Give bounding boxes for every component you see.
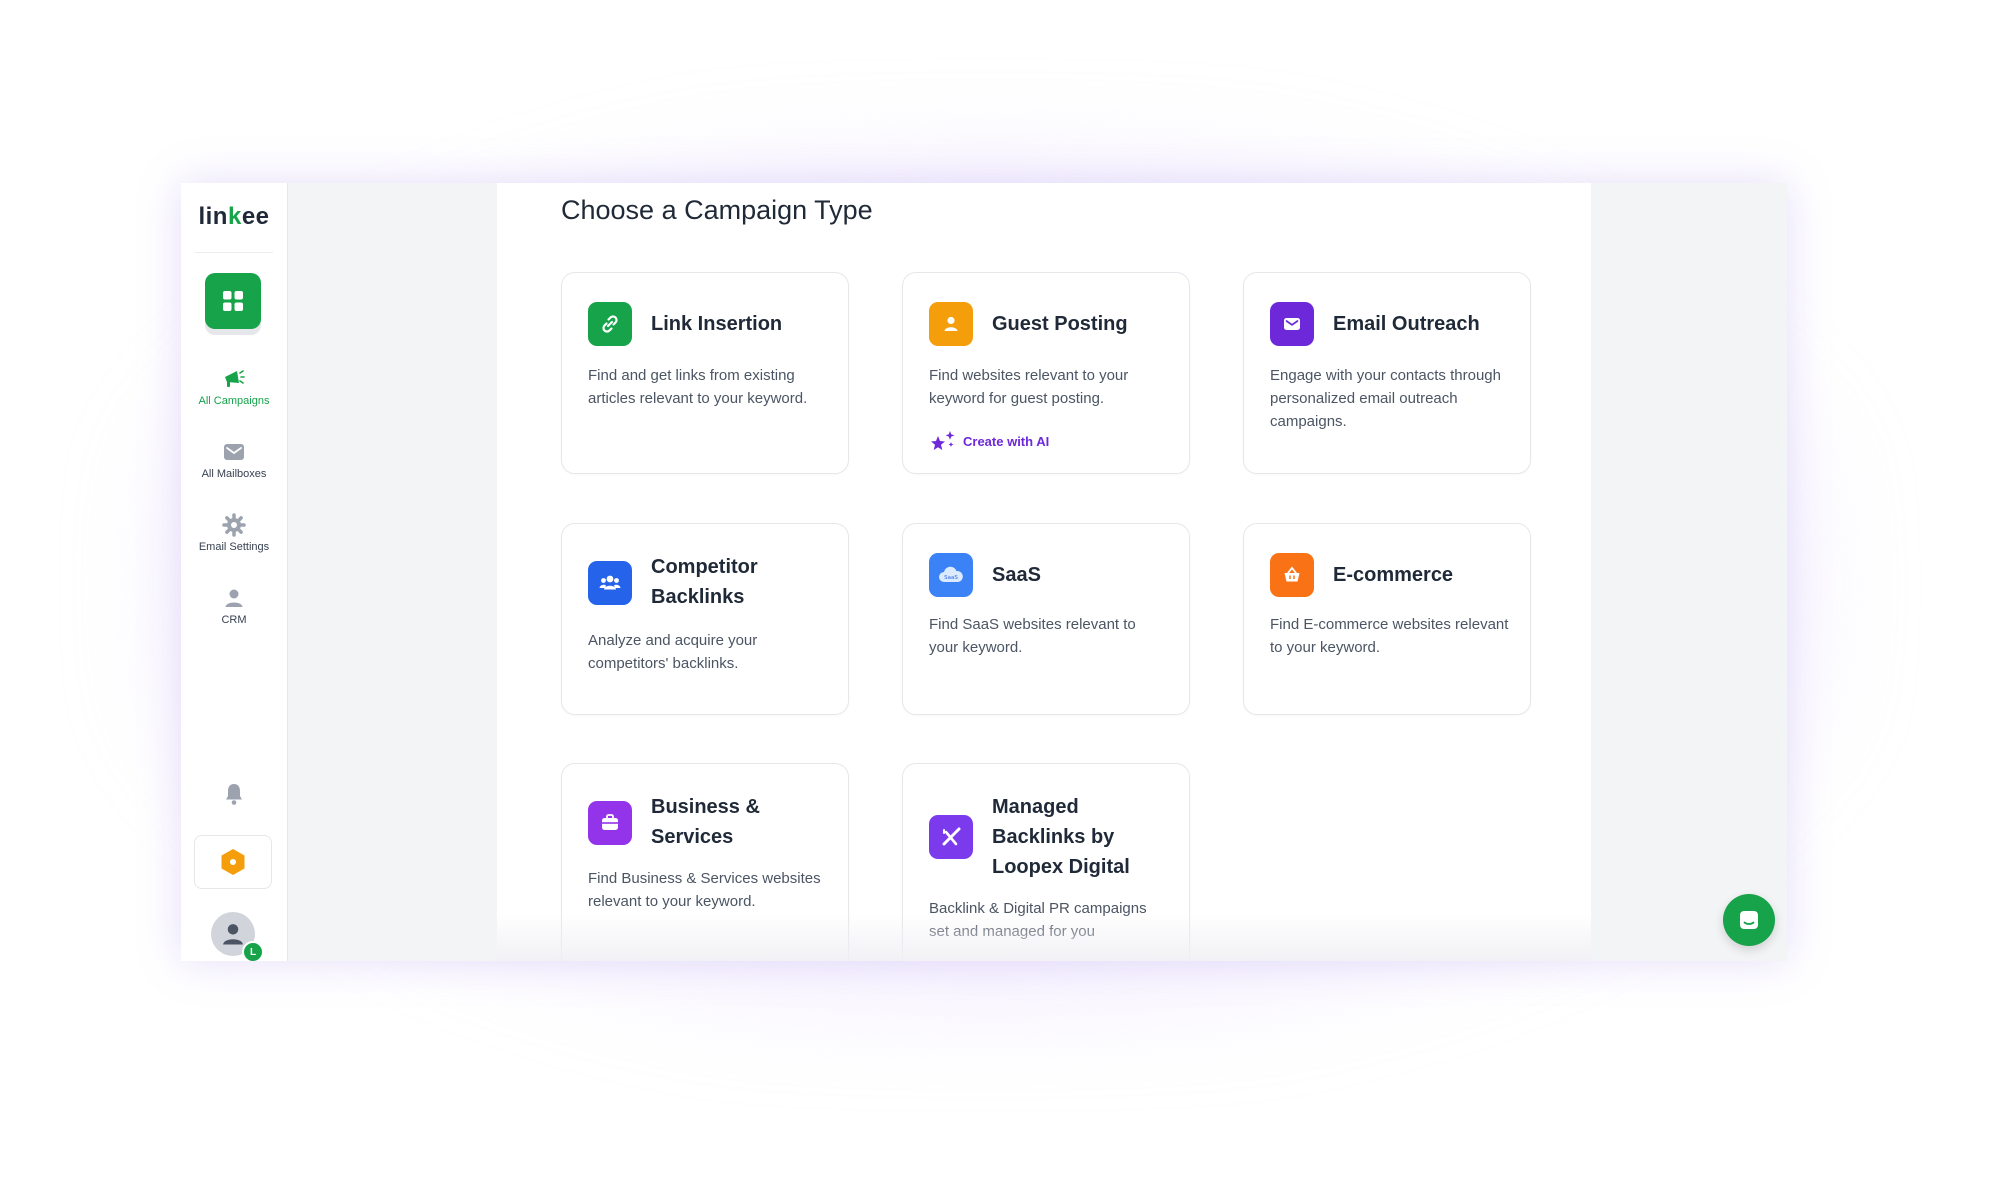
sparkle-stars-icon (931, 431, 955, 450)
group-icon (588, 561, 632, 605)
sidebar-item-label: Email Settings (198, 541, 270, 553)
cloud-icon: SaaS (929, 553, 973, 597)
loopex-icon (929, 815, 973, 859)
create-with-ai-link[interactable]: Create with AI (929, 429, 1049, 453)
bell-icon (226, 784, 242, 805)
logo-divider (195, 252, 273, 253)
hexagon-badge-icon (221, 849, 245, 875)
campaign-card-guest-posting[interactable]: Guest Posting Find websites relevant to … (902, 272, 1190, 474)
card-description: Find E-commerce websites relevant to you… (1270, 616, 1509, 656)
upgrade-plan-button[interactable] (194, 835, 272, 889)
campaign-card-saas[interactable]: SaaS SaaS Find SaaS websites relevant to… (902, 523, 1190, 715)
card-description: Find and get links from existing article… (588, 367, 808, 407)
avatar-status-badge: L (242, 941, 264, 961)
sidebar-item-all-mailboxes[interactable]: All Mailboxes (181, 440, 287, 480)
campaign-card-e-commerce[interactable]: E-commerce Find E-commerce websites rele… (1243, 523, 1531, 715)
megaphone-icon (225, 370, 245, 387)
bottom-fade (497, 913, 1591, 961)
chat-icon (1740, 911, 1758, 929)
apps-grid-button[interactable] (205, 273, 261, 329)
card-title: Guest Posting (992, 313, 1128, 335)
notifications-button[interactable] (222, 781, 246, 812)
card-description: Find websites relevant to your keyword f… (929, 367, 1129, 407)
mail-icon (224, 444, 244, 460)
page-title: Choose a Campaign Type (561, 195, 873, 225)
card-description: Engage with your contacts through person… (1270, 367, 1501, 430)
sidebar-item-all-campaigns[interactable]: All Campaigns (181, 367, 287, 407)
briefcase-icon (588, 801, 632, 845)
card-description: Find SaaS websites relevant to your keyw… (929, 616, 1136, 656)
sidebar-item-label: All Campaigns (198, 395, 270, 407)
gear-icon (222, 513, 246, 537)
create-with-ai-label: Create with AI (963, 433, 1050, 449)
card-description: Find Business & Services websites releva… (588, 870, 821, 910)
link-icon (588, 302, 632, 346)
card-title: E-commerce (1333, 564, 1454, 586)
sidebar-item-crm[interactable]: CRM (181, 586, 287, 626)
sidebar-item-label: All Mailboxes (201, 468, 267, 480)
avatar-person-icon (223, 924, 243, 945)
main-panel: Choose a Campaign Type Link Insertion Fi… (497, 183, 1591, 961)
person-icon (929, 302, 973, 346)
card-title: Competitor Backlinks (651, 556, 758, 608)
sidebar: linkee All Campaigns All Mailboxes Email… (181, 183, 288, 961)
card-title: Email Outreach (1333, 313, 1480, 335)
svg-text:SaaS: SaaS (944, 575, 958, 581)
logo[interactable]: linkee (181, 203, 287, 231)
card-title: Link Insertion (651, 313, 783, 335)
card-description: Analyze and acquire your competitors' ba… (588, 632, 758, 672)
card-title: Managed Backlinks by Loopex Digital (992, 796, 1130, 878)
sidebar-item-email-settings[interactable]: Email Settings (181, 513, 287, 553)
chat-support-button[interactable] (1723, 894, 1775, 946)
user-icon (225, 589, 243, 607)
envelope-icon (1270, 302, 1314, 346)
card-title: SaaS (992, 564, 1041, 586)
campaign-card-competitor-backlinks[interactable]: Competitor Backlinks Analyze and acquire… (561, 523, 849, 715)
app-window: linkee All Campaigns All Mailboxes Email… (181, 183, 1787, 961)
campaign-card-link-insertion[interactable]: Link Insertion Find and get links from e… (561, 272, 849, 474)
grid-icon (223, 291, 243, 311)
campaign-card-email-outreach[interactable]: Email Outreach Engage with your contacts… (1243, 272, 1531, 474)
user-avatar[interactable]: L (211, 912, 264, 961)
basket-icon (1270, 553, 1314, 597)
card-title: Business & Services (651, 796, 760, 848)
sidebar-item-label: CRM (221, 614, 247, 626)
